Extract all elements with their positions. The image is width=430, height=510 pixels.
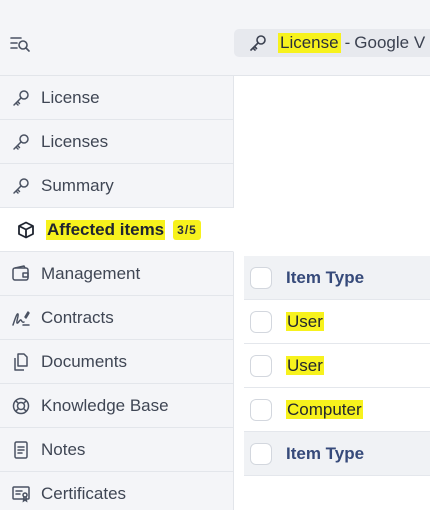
sidebar-item-contracts[interactable]: Contracts [0, 296, 233, 340]
top-bar: License - Google V [0, 0, 430, 76]
note-icon [11, 440, 31, 460]
sidebar-item-license[interactable]: License [0, 76, 233, 120]
key-icon [248, 33, 268, 53]
sidebar-item-management[interactable]: Management [0, 252, 233, 296]
table-header-row: Item Type [244, 256, 430, 300]
table-row[interactable]: User [244, 344, 430, 388]
sidebar-item-label: Contracts [41, 307, 114, 327]
documents-icon [11, 352, 31, 372]
sidebar-item-label: Management [41, 263, 141, 283]
row-checkbox[interactable] [250, 398, 272, 421]
breadcrumb: License - Google V [234, 29, 430, 57]
sidebar-item-affected-items[interactable]: Affected items 3/5 [0, 208, 234, 252]
select-all-checkbox[interactable] [250, 266, 272, 289]
sidebar-item-label: Licenses [41, 131, 109, 151]
sidebar-item-label: License [41, 87, 100, 107]
lifebuoy-icon [11, 396, 31, 416]
count-badge: 3/5 [173, 219, 201, 240]
menu-search-icon[interactable] [10, 35, 32, 53]
breadcrumb-title[interactable]: License [278, 33, 341, 53]
box-icon [16, 220, 36, 240]
item-type-cell: Computer [286, 399, 363, 419]
wallet-icon [11, 264, 31, 284]
sidebar-item-licenses[interactable]: Licenses [0, 120, 233, 164]
column-footer-item-type[interactable]: Item Type [286, 444, 364, 464]
sidebar-item-label: Knowledge Base [41, 395, 169, 415]
sidebar-item-label: Affected items [46, 219, 166, 240]
breadcrumb-subtitle: Google V [354, 33, 426, 52]
item-type-cell: User [286, 355, 324, 375]
signature-icon [11, 308, 31, 328]
sidebar-item-summary[interactable]: Summary [0, 164, 233, 208]
sidebar-item-label: Notes [41, 439, 86, 459]
main-content: Item Type User User Computer Item Type [234, 76, 430, 510]
sidebar-item-certificates[interactable]: Certificates [0, 472, 233, 510]
table-footer-row: Item Type [244, 432, 430, 476]
row-checkbox[interactable] [250, 310, 272, 333]
sidebar-item-knowledge-base[interactable]: Knowledge Base [0, 384, 233, 428]
item-type-cell: User [286, 311, 324, 331]
sidebar: License Licenses Summary Affected items … [0, 76, 234, 510]
key-icon [11, 132, 31, 152]
table-row[interactable]: User [244, 300, 430, 344]
breadcrumb-separator: - [344, 33, 351, 52]
affected-items-table: Item Type User User Computer Item Type [244, 256, 430, 476]
key-icon [11, 176, 31, 196]
certificate-icon [11, 484, 31, 504]
sidebar-item-label: Summary [41, 175, 114, 195]
column-header-item-type[interactable]: Item Type [286, 268, 364, 288]
row-checkbox[interactable] [250, 354, 272, 377]
select-all-checkbox[interactable] [250, 442, 272, 465]
sidebar-item-notes[interactable]: Notes [0, 428, 233, 472]
sidebar-item-documents[interactable]: Documents [0, 340, 233, 384]
sidebar-item-label: Certificates [41, 483, 127, 503]
sidebar-item-label: Documents [41, 351, 127, 371]
table-row[interactable]: Computer [244, 388, 430, 432]
key-icon [11, 88, 31, 108]
